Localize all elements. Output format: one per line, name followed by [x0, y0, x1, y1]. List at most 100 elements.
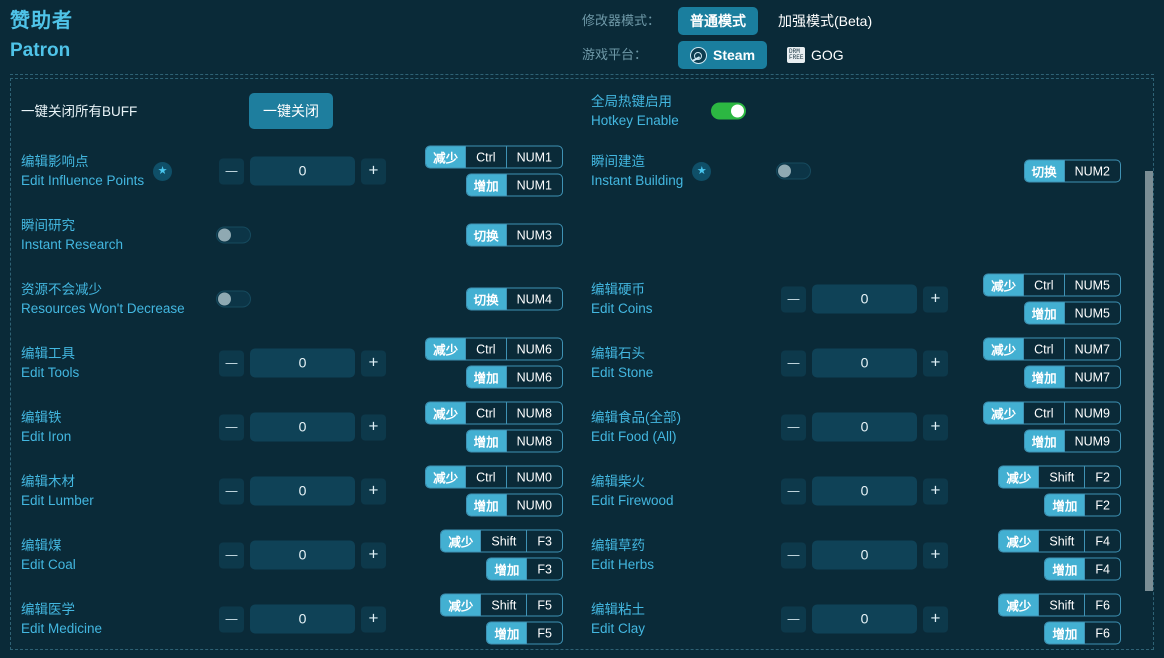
stepper-decrement-button[interactable]: —: [219, 606, 244, 632]
hotkey-key[interactable]: NUM1: [506, 175, 562, 196]
cheat-toggle-switch[interactable]: [216, 227, 251, 244]
stepper-decrement-button[interactable]: —: [781, 286, 806, 312]
hotkey-key[interactable]: F4: [1084, 531, 1120, 552]
hotkey-key[interactable]: NUM0: [506, 467, 562, 488]
hotkey-key[interactable]: NUM4: [506, 289, 562, 310]
stepper-value-input[interactable]: 0: [812, 477, 917, 506]
stepper-value-input[interactable]: 0: [250, 349, 355, 378]
hotkey-binding[interactable]: 减少CtrlNUM6: [425, 338, 563, 361]
stepper-increment-button[interactable]: +: [361, 542, 386, 568]
hotkey-binding[interactable]: 增加F2: [1044, 494, 1121, 517]
hotkey-key[interactable]: NUM7: [1064, 367, 1120, 388]
stepper-decrement-button[interactable]: —: [781, 350, 806, 376]
hotkey-binding[interactable]: 切换NUM4: [466, 288, 563, 311]
stepper-decrement-button[interactable]: —: [781, 542, 806, 568]
hotkey-key[interactable]: Ctrl: [465, 403, 505, 424]
hotkey-key[interactable]: F4: [1084, 559, 1120, 580]
stepper-increment-button[interactable]: +: [361, 350, 386, 376]
cheat-toggle-switch[interactable]: [776, 163, 811, 180]
panel-scrollbar[interactable]: [1145, 79, 1154, 650]
hotkey-key[interactable]: NUM6: [506, 367, 562, 388]
hotkey-binding[interactable]: 增加NUM5: [1024, 302, 1121, 325]
cheat-toggle-switch[interactable]: [216, 291, 251, 308]
hotkey-binding[interactable]: 减少ShiftF6: [998, 594, 1121, 617]
stepper-value-input[interactable]: 0: [812, 605, 917, 634]
hotkey-key[interactable]: F3: [526, 531, 562, 552]
platform-option-gog[interactable]: DRM FREE GOG: [775, 41, 856, 69]
hotkey-binding[interactable]: 减少CtrlNUM0: [425, 466, 563, 489]
stepper-increment-button[interactable]: +: [361, 414, 386, 440]
hotkey-key[interactable]: F5: [526, 595, 562, 616]
stepper-value-input[interactable]: 0: [250, 477, 355, 506]
platform-option-steam[interactable]: Steam: [678, 41, 767, 69]
panel-scrollbar-thumb[interactable]: [1145, 171, 1154, 591]
hotkey-key[interactable]: NUM8: [506, 431, 562, 452]
hotkey-binding[interactable]: 切换NUM2: [1024, 160, 1121, 183]
stepper-increment-button[interactable]: +: [923, 414, 948, 440]
hotkey-binding[interactable]: 减少CtrlNUM8: [425, 402, 563, 425]
hotkey-key[interactable]: NUM5: [1064, 275, 1120, 296]
stepper-decrement-button[interactable]: —: [781, 606, 806, 632]
stepper-decrement-button[interactable]: —: [781, 478, 806, 504]
hotkey-key[interactable]: NUM7: [1064, 339, 1120, 360]
hotkey-binding[interactable]: 增加F3: [486, 558, 563, 581]
mode-option-normal[interactable]: 普通模式: [678, 7, 758, 35]
stepper-increment-button[interactable]: +: [923, 606, 948, 632]
hotkey-binding[interactable]: 增加NUM0: [466, 494, 563, 517]
stepper-decrement-button[interactable]: —: [781, 414, 806, 440]
stepper-increment-button[interactable]: +: [923, 542, 948, 568]
stepper-increment-button[interactable]: +: [361, 158, 386, 184]
hotkey-binding[interactable]: 增加NUM6: [466, 366, 563, 389]
stepper-increment-button[interactable]: +: [923, 478, 948, 504]
stepper-decrement-button[interactable]: —: [219, 478, 244, 504]
hotkey-binding[interactable]: 减少CtrlNUM5: [983, 274, 1121, 297]
stepper-value-input[interactable]: 0: [250, 157, 355, 186]
stepper-value-input[interactable]: 0: [250, 413, 355, 442]
hotkey-binding[interactable]: 增加NUM9: [1024, 430, 1121, 453]
hotkey-key[interactable]: Ctrl: [1023, 403, 1063, 424]
hotkey-key[interactable]: NUM5: [1064, 303, 1120, 324]
mode-option-enhanced[interactable]: 加强模式(Beta): [766, 7, 884, 35]
stepper-value-input[interactable]: 0: [812, 541, 917, 570]
hotkey-key[interactable]: Shift: [1038, 467, 1084, 488]
hotkey-key[interactable]: F5: [526, 623, 562, 644]
hotkey-key[interactable]: NUM3: [506, 225, 562, 246]
hotkey-binding[interactable]: 增加NUM8: [466, 430, 563, 453]
stepper-increment-button[interactable]: +: [361, 478, 386, 504]
hotkey-key[interactable]: F3: [526, 559, 562, 580]
hotkey-key[interactable]: NUM2: [1064, 161, 1120, 182]
stepper-decrement-button[interactable]: —: [219, 542, 244, 568]
hotkey-key[interactable]: F2: [1084, 495, 1120, 516]
hotkey-binding[interactable]: 减少ShiftF2: [998, 466, 1121, 489]
stepper-value-input[interactable]: 0: [812, 349, 917, 378]
hotkey-binding[interactable]: 减少ShiftF5: [440, 594, 563, 617]
hotkey-binding[interactable]: 增加F5: [486, 622, 563, 645]
hotkey-key[interactable]: NUM9: [1064, 431, 1120, 452]
hotkey-binding[interactable]: 增加NUM7: [1024, 366, 1121, 389]
stepper-value-input[interactable]: 0: [250, 605, 355, 634]
hotkey-key[interactable]: Ctrl: [465, 339, 505, 360]
hotkey-binding[interactable]: 减少CtrlNUM1: [425, 146, 563, 169]
hotkey-key[interactable]: NUM9: [1064, 403, 1120, 424]
stepper-value-input[interactable]: 0: [250, 541, 355, 570]
hotkey-binding[interactable]: 减少CtrlNUM7: [983, 338, 1121, 361]
stepper-decrement-button[interactable]: —: [219, 414, 244, 440]
stepper-value-input[interactable]: 0: [812, 285, 917, 314]
hotkey-key[interactable]: NUM1: [506, 147, 562, 168]
hotkey-binding[interactable]: 减少ShiftF4: [998, 530, 1121, 553]
cheat-toggle-switch[interactable]: [711, 103, 746, 120]
stepper-decrement-button[interactable]: —: [219, 350, 244, 376]
hotkey-key[interactable]: NUM8: [506, 403, 562, 424]
hotkey-key[interactable]: F2: [1084, 467, 1120, 488]
hotkey-key[interactable]: Ctrl: [1023, 339, 1063, 360]
hotkey-binding[interactable]: 切换NUM3: [466, 224, 563, 247]
hotkey-key[interactable]: Ctrl: [465, 467, 505, 488]
hotkey-key[interactable]: NUM6: [506, 339, 562, 360]
stepper-decrement-button[interactable]: —: [219, 158, 244, 184]
hotkey-binding[interactable]: 增加NUM1: [466, 174, 563, 197]
hotkey-key[interactable]: F6: [1084, 623, 1120, 644]
stepper-increment-button[interactable]: +: [361, 606, 386, 632]
hotkey-key[interactable]: Ctrl: [465, 147, 505, 168]
disable-all-buffs-button[interactable]: 一键关闭: [249, 93, 333, 129]
hotkey-key[interactable]: F6: [1084, 595, 1120, 616]
